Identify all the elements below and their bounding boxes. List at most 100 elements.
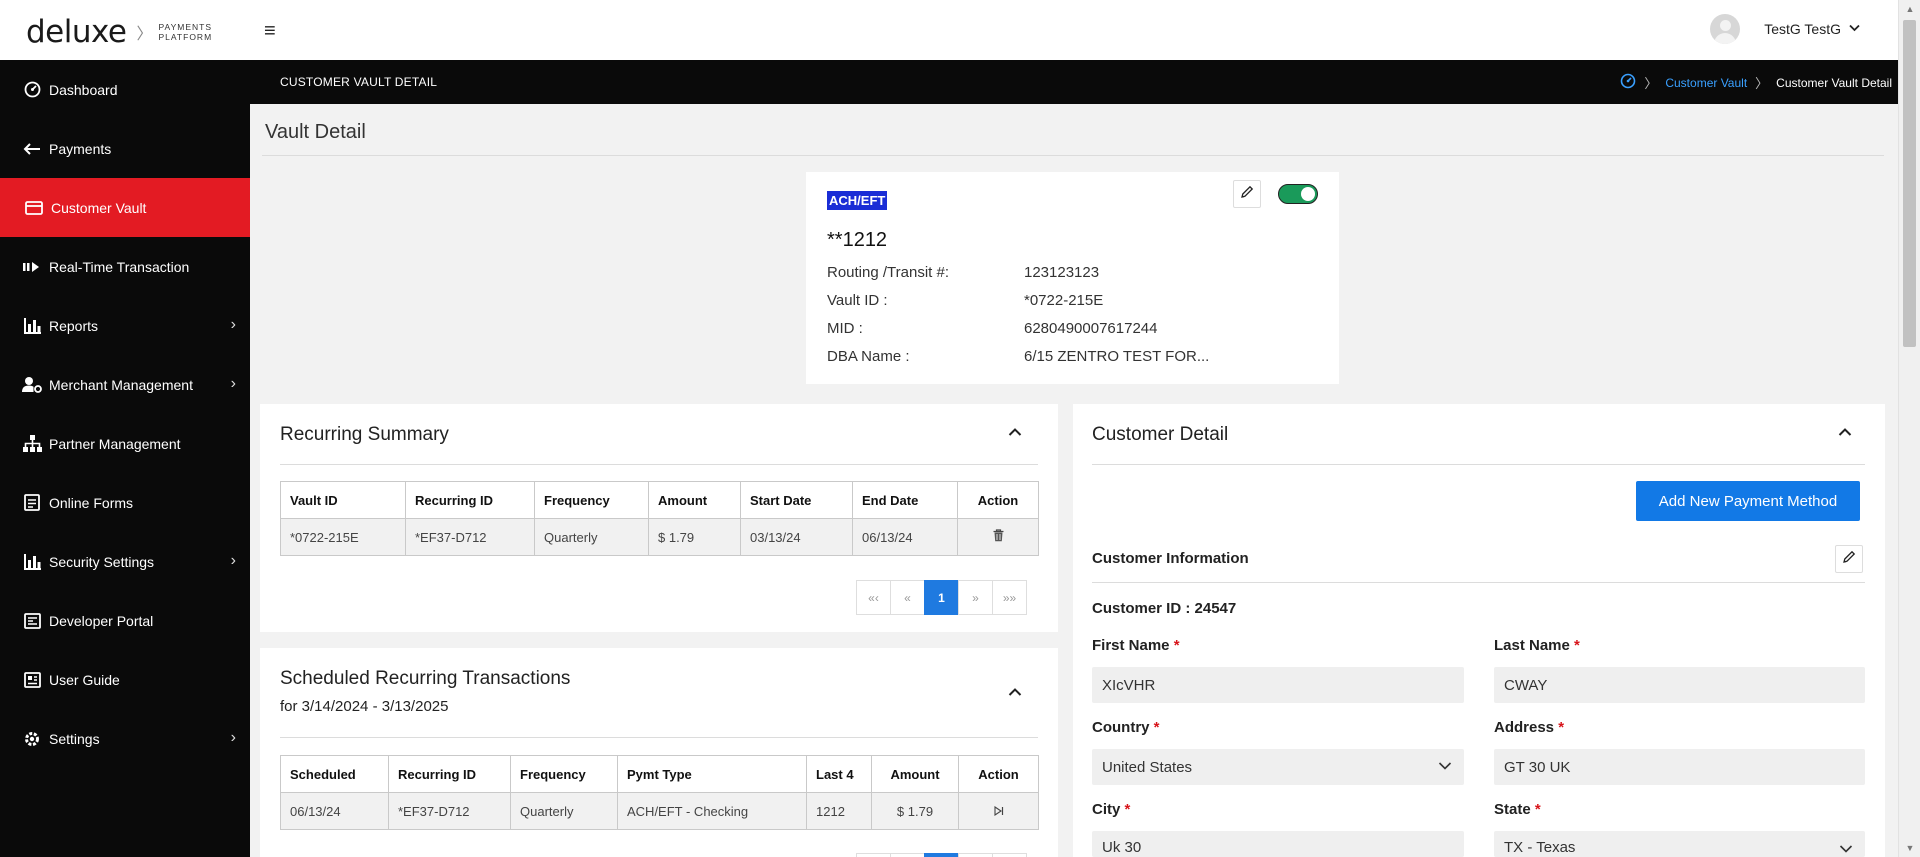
delete-recurring-button[interactable] bbox=[957, 518, 1039, 556]
dba-name-label: DBA Name : bbox=[827, 348, 910, 365]
divider bbox=[280, 737, 1038, 738]
pagination-prev[interactable]: « bbox=[890, 580, 925, 615]
cell-frequency: Quarterly bbox=[534, 518, 649, 556]
address-value: GT 30 UK bbox=[1504, 758, 1571, 776]
edit-vault-button[interactable] bbox=[1233, 180, 1261, 208]
add-new-payment-method-button[interactable]: Add New Payment Method bbox=[1636, 481, 1860, 521]
routing-row: Routing /Transit #: 123123123 bbox=[827, 264, 1099, 281]
pagination-next[interactable]: » bbox=[958, 580, 993, 615]
pagination-prev[interactable] bbox=[890, 853, 925, 857]
table-row: 06/13/24 *EF37-D712 Quarterly ACH/EFT - … bbox=[280, 792, 1039, 830]
address-field[interactable]: GT 30 UK bbox=[1494, 749, 1865, 785]
sidebar-item-label: User Guide bbox=[49, 671, 120, 688]
column-header: Scheduled bbox=[280, 755, 389, 793]
trash-icon[interactable] bbox=[993, 529, 1004, 545]
vault-enabled-toggle[interactable] bbox=[1278, 184, 1318, 204]
user-name[interactable]: TestG TestG bbox=[1764, 21, 1841, 37]
breadcrumb-current: Customer Vault Detail bbox=[1776, 75, 1892, 90]
sidebar-item-label: Dashboard bbox=[49, 81, 118, 98]
sidebar-item-label: Merchant Management bbox=[49, 376, 193, 393]
pagination-last[interactable]: »» bbox=[992, 580, 1027, 615]
sidebar-item-label: Real-Time Transaction bbox=[49, 258, 190, 275]
logo-wordmark: deluxe bbox=[26, 14, 127, 50]
deluxe-logo[interactable]: deluxe 〉 PAYMENTS PLATFORM bbox=[26, 14, 212, 50]
sidebar-item-settings[interactable]: Settings › bbox=[0, 709, 250, 768]
avatar[interactable] bbox=[1710, 14, 1741, 44]
sidebar-item-developer-portal[interactable]: Developer Portal bbox=[0, 591, 250, 650]
country-select[interactable]: United States bbox=[1092, 749, 1464, 785]
mid-value: 6280490007617244 bbox=[1024, 320, 1158, 337]
sidebar-item-online-forms[interactable]: Online Forms bbox=[0, 473, 250, 532]
pagination-next[interactable] bbox=[958, 853, 993, 857]
sidebar-item-label: Partner Management bbox=[49, 435, 181, 452]
pagination-first[interactable]: «‹ bbox=[856, 580, 891, 615]
sidebar: Dashboard Payments Customer Vault Real-T… bbox=[0, 60, 250, 857]
first-name-label-text: First Name bbox=[1092, 637, 1170, 654]
sidebar-item-real-time-transaction[interactable]: Real-Time Transaction bbox=[0, 237, 250, 296]
top-bar: deluxe 〉 PAYMENTS PLATFORM ≡ TestG TestG bbox=[0, 0, 1898, 60]
chevron-down-icon[interactable] bbox=[1849, 23, 1860, 35]
dashboard-home-icon[interactable] bbox=[1620, 73, 1636, 92]
scheduled-date-range: for 3/14/2024 - 3/13/2025 bbox=[280, 698, 449, 715]
required-indicator: * bbox=[1574, 637, 1580, 654]
column-header: Recurring ID bbox=[405, 481, 535, 519]
sidebar-item-user-guide[interactable]: User Guide bbox=[0, 650, 250, 709]
bar-chart-icon bbox=[22, 552, 42, 572]
chevron-up-icon[interactable] bbox=[1838, 424, 1852, 440]
pencil-icon bbox=[1240, 185, 1254, 204]
pencil-icon bbox=[1842, 550, 1856, 569]
column-header: Amount bbox=[871, 755, 959, 793]
skip-icon[interactable] bbox=[993, 804, 1004, 819]
pagination-first[interactable] bbox=[856, 853, 891, 857]
sidebar-item-merchant-management[interactable]: Merchant Management › bbox=[0, 355, 250, 414]
dba-name-row: DBA Name : 6/15 ZENTRO TEST FOR... bbox=[827, 348, 1209, 365]
customer-id-row: Customer ID : 24547 bbox=[1092, 600, 1236, 617]
edit-customer-button[interactable] bbox=[1835, 545, 1863, 573]
user-menu[interactable]: TestG TestG bbox=[1710, 14, 1860, 44]
routing-label: Routing /Transit #: bbox=[827, 264, 949, 281]
first-name-field[interactable]: XIcVHR bbox=[1092, 667, 1464, 703]
scheduled-transactions-table: Scheduled Recurring ID Frequency Pymt Ty… bbox=[280, 755, 1039, 830]
payment-type-badge: ACH/EFT bbox=[827, 191, 888, 210]
last-name-field[interactable]: CWAY bbox=[1494, 667, 1865, 703]
city-field[interactable]: Uk 30 bbox=[1092, 831, 1464, 857]
breadcrumb-customer-vault-link[interactable]: Customer Vault bbox=[1665, 76, 1747, 90]
scroll-down-arrow-icon[interactable]: ▼ bbox=[1899, 839, 1920, 857]
country-label: Country * bbox=[1092, 719, 1160, 736]
column-header: Recurring ID bbox=[388, 755, 511, 793]
pagination-page-1[interactable]: 1 bbox=[924, 580, 959, 615]
sidebar-item-security-settings[interactable]: Security Settings › bbox=[0, 532, 250, 591]
sidebar-item-payments[interactable]: Payments bbox=[0, 119, 250, 178]
guide-icon bbox=[22, 670, 42, 690]
scheduled-pagination bbox=[856, 853, 1027, 857]
city-value: Uk 30 bbox=[1102, 839, 1142, 856]
hamburger-menu-icon[interactable]: ≡ bbox=[264, 20, 276, 43]
first-name-value: XIcVHR bbox=[1102, 676, 1156, 694]
required-indicator: * bbox=[1534, 801, 1541, 818]
pagination-page-1[interactable] bbox=[924, 853, 959, 857]
address-label: Address * bbox=[1494, 719, 1564, 736]
scrollbar-thumb[interactable] bbox=[1903, 20, 1916, 347]
address-label-text: Address bbox=[1494, 719, 1555, 736]
cell-scheduled: 06/13/24 bbox=[280, 792, 389, 830]
sidebar-item-label: Reports bbox=[49, 317, 99, 334]
column-header: Amount bbox=[648, 481, 741, 519]
sidebar-item-customer-vault[interactable]: Customer Vault bbox=[0, 178, 250, 237]
chevron-up-icon[interactable] bbox=[1008, 684, 1022, 700]
table-header-row: Scheduled Recurring ID Frequency Pymt Ty… bbox=[280, 755, 1039, 793]
pagination-last[interactable] bbox=[992, 853, 1027, 857]
sidebar-item-dashboard[interactable]: Dashboard bbox=[0, 60, 250, 119]
scroll-up-arrow-icon[interactable]: ▲ bbox=[1899, 0, 1920, 18]
customer-information-heading: Customer Information bbox=[1092, 550, 1249, 567]
required-indicator: * bbox=[1124, 801, 1131, 818]
sidebar-item-partner-management[interactable]: Partner Management bbox=[0, 414, 250, 473]
org-chart-icon bbox=[22, 434, 42, 454]
page-scrollbar[interactable]: ▲ ▼ bbox=[1898, 0, 1920, 857]
scheduled-transactions-card: Scheduled Recurring Transactions for 3/1… bbox=[260, 648, 1058, 857]
skip-transaction-button[interactable] bbox=[958, 792, 1039, 830]
customer-id-value: 24547 bbox=[1194, 600, 1237, 617]
chevron-up-icon[interactable] bbox=[1008, 424, 1022, 440]
sidebar-item-reports[interactable]: Reports › bbox=[0, 296, 250, 355]
cell-recurring-id: *EF37-D712 bbox=[405, 518, 535, 556]
state-select[interactable]: TX - Texas bbox=[1494, 831, 1865, 857]
